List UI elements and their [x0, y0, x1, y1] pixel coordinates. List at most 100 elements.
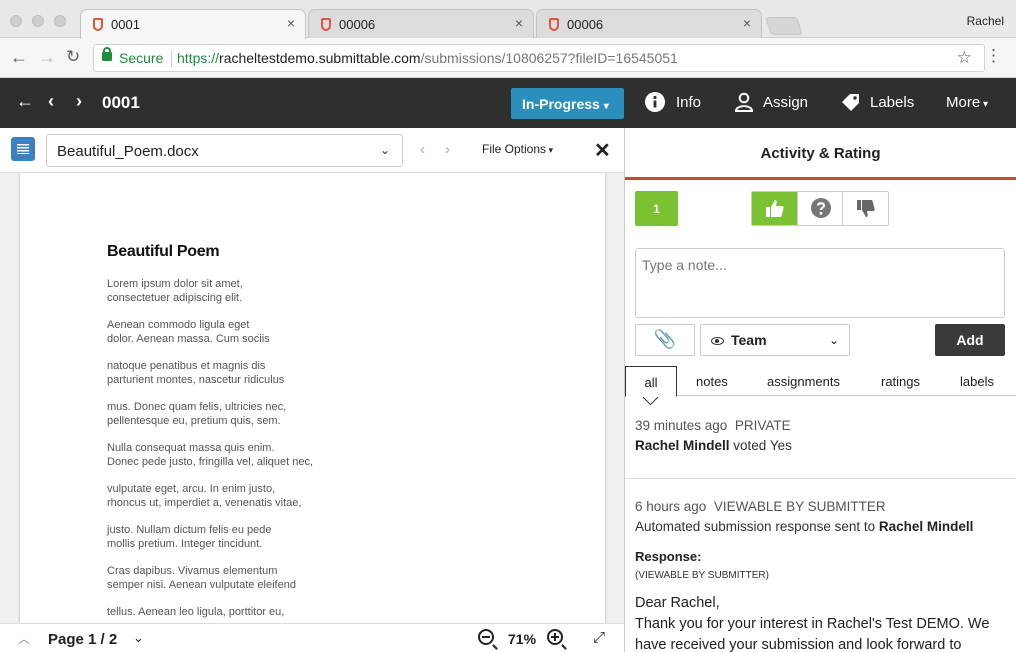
next-submission-icon[interactable]: ›: [76, 91, 82, 112]
filter-tab-notes[interactable]: notes: [696, 374, 728, 389]
document-scroll-area[interactable]: Beautiful Poem Lorem ipsum dolor sit ame…: [0, 173, 624, 623]
activity-item: 6 hours ago VIEWABLE BY SUBMITTER Automa…: [635, 497, 1010, 537]
tab-close-icon[interactable]: ×: [743, 15, 751, 31]
poem-line: mus. Donec quam felis, ultricies nec,: [107, 401, 287, 413]
response-greeting: Dear Rachel,: [635, 595, 720, 611]
submittable-favicon-icon: [321, 18, 331, 31]
info-icon: [645, 92, 665, 112]
poem-line: semper nisi. Aenean vulputate eleifend: [107, 579, 296, 591]
next-file-icon[interactable]: ›: [445, 141, 450, 158]
status-label: In-Progress: [522, 96, 600, 112]
poem-body: Lorem ipsum dolor sit amet, consectetuer …: [107, 277, 507, 623]
previous-page-icon[interactable]: ︿: [18, 630, 30, 647]
poem-line: natoque penatibus et magnis dis: [107, 360, 266, 372]
tag-icon: [842, 94, 859, 111]
tab-close-icon[interactable]: ×: [515, 15, 523, 31]
secure-label: Secure: [119, 50, 164, 66]
reload-icon[interactable]: ↻: [66, 47, 80, 67]
submittable-favicon-icon: [549, 18, 559, 31]
browser-tab[interactable]: 00006 ×: [536, 9, 762, 39]
paperclip-icon: 📎: [653, 329, 677, 349]
url-text[interactable]: https://racheltestdemo.submittable.com/s…: [177, 50, 678, 66]
back-to-list-arrow-icon[interactable]: ←: [16, 91, 34, 112]
tab-title: 00006: [567, 17, 604, 32]
tab-title: 0001: [111, 17, 140, 32]
filter-tab-label: all: [644, 375, 658, 390]
poem-stanza: mus. Donec quam felis, ultricies nec, pel…: [107, 400, 507, 428]
tab-title: 00006: [339, 17, 376, 32]
previous-submission-icon[interactable]: ‹: [48, 91, 54, 112]
filter-tab-assignments[interactable]: assignments: [767, 374, 840, 389]
bookmark-star-icon[interactable]: ☆: [957, 48, 972, 68]
close-viewer-icon[interactable]: ✕: [594, 138, 611, 163]
activity-time: 39 minutes ago: [635, 418, 728, 433]
forward-arrow-icon[interactable]: →: [38, 47, 56, 68]
poem-line: tellus. Aenean leo ligula, porttitor eu,: [107, 606, 285, 618]
poem-line: dolor. Aenean massa. Cum sociis: [107, 333, 270, 345]
address-bar-row: ← → ↻ Secure https://racheltestdemo.subm…: [0, 38, 1016, 78]
response-message: Thank you for your interest in Rachel's …: [635, 616, 990, 652]
poem-line: consectetuer adipiscing elit.: [107, 292, 243, 304]
assign-button[interactable]: Assign: [763, 94, 808, 111]
file-viewer-pane: Beautiful_Poem.docx ⌄ ‹ › File Options ▾…: [0, 128, 625, 652]
minimize-window-button[interactable]: [32, 15, 44, 27]
panel-title: Activity & Rating: [625, 128, 1016, 180]
submission-header: ← ‹ › 0001 In-Progress ▾ Info Assign Lab…: [0, 78, 1016, 128]
fullscreen-expand-icon[interactable]: ⤢: [593, 629, 605, 646]
file-name: Beautiful_Poem.docx: [57, 143, 199, 160]
close-window-button[interactable]: [10, 15, 22, 27]
submission-number: 0001: [102, 93, 140, 112]
browser-tab[interactable]: 0001 ×: [80, 9, 306, 39]
tab-close-icon[interactable]: ×: [287, 15, 295, 31]
labels-button[interactable]: Labels: [870, 94, 914, 111]
activity-divider: [625, 478, 1016, 479]
activity-actor: Rachel Mindell: [635, 438, 730, 453]
chevron-down-icon: ⌄: [828, 333, 839, 347]
file-select-dropdown[interactable]: Beautiful_Poem.docx ⌄: [46, 134, 403, 167]
url-omnibox[interactable]: Secure https://racheltestdemo.submittabl…: [93, 44, 985, 72]
more-menu-button[interactable]: More ▾: [946, 94, 988, 111]
browser-tab[interactable]: 00006 ×: [308, 9, 534, 39]
vote-button-group: [751, 191, 889, 226]
response-label: Response:: [635, 549, 702, 564]
filter-tab-labels[interactable]: labels: [960, 374, 994, 389]
poem-line: rhoncus ut, imperdiet a, venenatis vitae…: [107, 497, 302, 509]
note-textarea[interactable]: [635, 248, 1005, 318]
question-icon: [810, 198, 831, 218]
zoom-out-icon[interactable]: [478, 629, 494, 645]
chevron-down-icon: ▾: [546, 145, 554, 155]
file-options-button[interactable]: File Options ▾: [482, 142, 553, 156]
next-page-icon[interactable]: ⌄: [133, 630, 144, 646]
back-arrow-icon[interactable]: ←: [10, 47, 28, 68]
activity-visibility: VIEWABLE BY SUBMITTER: [713, 499, 886, 514]
activity-visibility: PRIVATE: [734, 418, 791, 433]
chevron-down-icon: ▾: [980, 99, 988, 110]
new-tab-button[interactable]: [765, 17, 803, 35]
vote-maybe-button[interactable]: [798, 192, 844, 225]
submittable-favicon-icon: [93, 18, 103, 31]
filter-tab-ratings[interactable]: ratings: [881, 374, 920, 389]
url-scheme: https://: [177, 50, 220, 66]
page-indicator: Page 1 / 2: [48, 631, 118, 648]
zoom-in-icon[interactable]: [547, 629, 563, 645]
vote-yes-button[interactable]: [752, 192, 798, 225]
previous-file-icon[interactable]: ‹: [420, 141, 425, 158]
vote-no-button[interactable]: [843, 192, 888, 225]
poem-stanza: Aenean commodo ligula eget dolor. Aenean …: [107, 318, 507, 346]
url-host: racheltestdemo.submittable.com: [219, 50, 421, 66]
visibility-dropdown[interactable]: Team ⌄: [700, 324, 850, 356]
poem-stanza: vulputate eget, arcu. In enim justo, rhon…: [107, 482, 507, 510]
poem-line: Cras dapibus. Vivamus elementum: [107, 565, 278, 577]
maximize-window-button[interactable]: [54, 15, 66, 27]
add-note-button[interactable]: Add: [935, 324, 1005, 356]
attach-file-button[interactable]: 📎: [635, 324, 695, 356]
poem-stanza: justo. Nullam dictum felis eu pede mollis…: [107, 523, 507, 551]
filter-tab-all[interactable]: all: [625, 366, 677, 397]
info-button[interactable]: Info: [676, 94, 701, 111]
profile-name[interactable]: Rachel: [967, 14, 1004, 28]
poem-line: Lorem ipsum dolor sit amet,: [107, 278, 243, 290]
document-page: Beautiful Poem Lorem ipsum dolor sit ame…: [20, 173, 605, 623]
poem-line: pellentesque eu, pretium quis, sem.: [107, 415, 281, 427]
browser-menu-icon[interactable]: ⋮: [985, 46, 1002, 66]
status-dropdown-button[interactable]: In-Progress ▾: [511, 88, 624, 119]
